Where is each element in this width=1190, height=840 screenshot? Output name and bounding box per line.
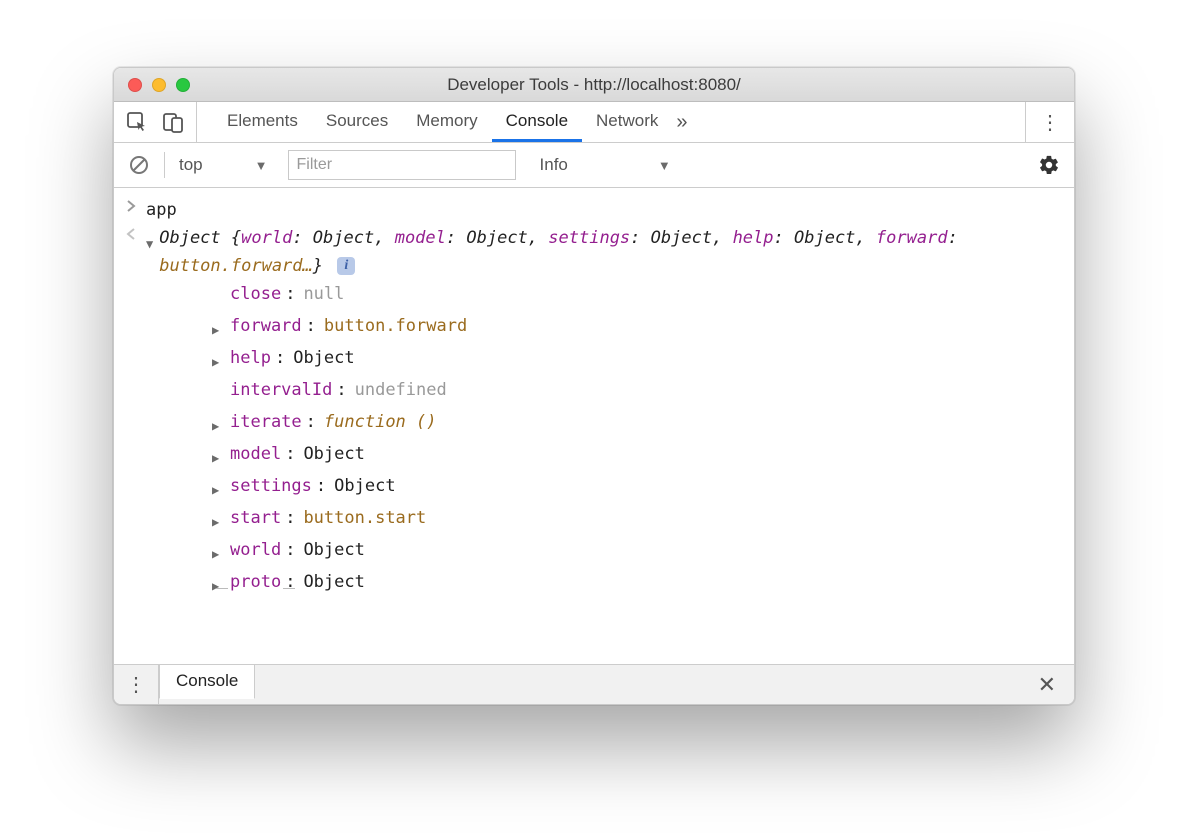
object-property-row[interactable]: ▶start:button.start <box>164 504 1074 536</box>
chevron-down-icon: ▼ <box>658 158 671 173</box>
devtools-tabs-row: Elements Sources Memory Console Network … <box>114 102 1074 143</box>
disclosure-triangle-right-icon[interactable]: ▶ <box>212 536 226 568</box>
tab-sources[interactable]: Sources <box>312 102 402 142</box>
object-property-row[interactable]: ▶iterate:function () <box>164 408 1074 440</box>
clear-console-icon[interactable] <box>128 154 150 176</box>
drawer-menu-button[interactable]: ⋮ <box>114 665 159 704</box>
result-icon <box>124 224 146 241</box>
object-summary[interactable]: Object {world: Object, model: Object, se… <box>159 224 1074 280</box>
console-output-row: ▼ Object {world: Object, model: Object, … <box>114 224 1074 600</box>
tab-memory[interactable]: Memory <box>402 102 491 142</box>
devtools-menu-button[interactable]: ⋮ <box>1025 102 1074 142</box>
console-input-row[interactable]: app <box>114 196 1074 224</box>
disclosure-triangle-right-icon[interactable]: ▶ <box>212 568 226 600</box>
drawer-close-button[interactable]: ✕ <box>1020 672 1074 698</box>
toggle-device-toolbar-icon[interactable] <box>162 111 184 133</box>
zoom-window-button[interactable] <box>176 78 190 92</box>
object-property-row: ▶intervalId:undefined <box>164 376 1074 408</box>
console-settings-icon[interactable] <box>1038 154 1060 176</box>
titlebar: Developer Tools - http://localhost:8080/ <box>114 68 1074 102</box>
filter-input[interactable] <box>288 150 516 180</box>
window-title: Developer Tools - http://localhost:8080/ <box>114 68 1074 101</box>
disclosure-triangle-right-icon[interactable]: ▶ <box>212 440 226 472</box>
chevron-down-icon: ▼ <box>255 158 268 173</box>
tab-network[interactable]: Network <box>582 102 672 142</box>
tabs-left-tools <box>114 102 197 142</box>
disclosure-triangle-down-icon[interactable]: ▼ <box>146 224 159 258</box>
object-property-row[interactable]: ▶forward:button.forward <box>164 312 1074 344</box>
execution-context-selector[interactable]: top ▼ <box>179 155 274 175</box>
tab-list: Elements Sources Memory Console Network … <box>197 102 1025 142</box>
console-output: ▼ Object {world: Object, model: Object, … <box>146 224 1074 600</box>
prompt-icon <box>124 196 146 224</box>
object-tree: ▶close:null▶forward:button.forward▶help:… <box>146 280 1074 600</box>
drawer-tab-console[interactable]: Console <box>159 664 255 699</box>
object-property-row[interactable]: ▶help:Object <box>164 344 1074 376</box>
log-level-selector[interactable]: Info ▼ <box>530 155 671 175</box>
object-property-row: ▶close:null <box>164 280 1074 312</box>
traffic-lights <box>114 78 190 92</box>
object-property-row[interactable]: ▶proto:Object <box>164 568 1074 600</box>
drawer: ⋮ Console ✕ <box>114 664 1074 704</box>
disclosure-triangle-right-icon[interactable]: ▶ <box>212 344 226 376</box>
disclosure-triangle-right-icon[interactable]: ▶ <box>212 472 226 504</box>
info-badge-icon[interactable]: i <box>337 257 355 275</box>
disclosure-triangle-right-icon[interactable]: ▶ <box>212 312 226 344</box>
log-level-value: Info <box>540 155 568 175</box>
inspect-element-icon[interactable] <box>126 111 148 133</box>
tab-console[interactable]: Console <box>492 102 582 142</box>
object-property-row[interactable]: ▶world:Object <box>164 536 1074 568</box>
minimize-window-button[interactable] <box>152 78 166 92</box>
close-window-button[interactable] <box>128 78 142 92</box>
tabs-overflow-button[interactable]: » <box>672 111 697 134</box>
disclosure-triangle-right-icon[interactable]: ▶ <box>212 408 226 440</box>
object-property-row[interactable]: ▶model:Object <box>164 440 1074 472</box>
disclosure-triangle-right-icon[interactable]: ▶ <box>212 504 226 536</box>
console-body: app ▼ Object {world: Object, model: Obje… <box>114 188 1074 664</box>
console-input-text: app <box>146 196 1074 224</box>
devtools-window: Developer Tools - http://localhost:8080/ <box>113 67 1075 705</box>
tab-elements[interactable]: Elements <box>213 102 312 142</box>
object-property-row[interactable]: ▶settings:Object <box>164 472 1074 504</box>
console-toolbar: top ▼ Info ▼ <box>114 143 1074 188</box>
context-value: top <box>179 155 203 175</box>
